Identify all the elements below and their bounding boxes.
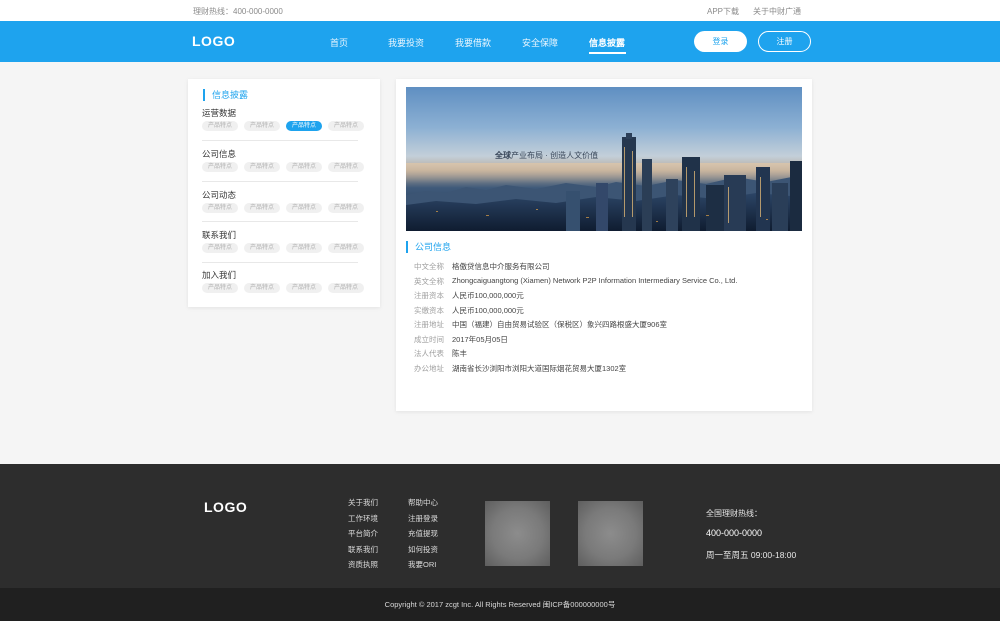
- info-key: 注册地址: [414, 320, 444, 329]
- footer-link[interactable]: 我要ORI: [408, 559, 438, 575]
- tag[interactable]: 产品特点: [286, 203, 322, 213]
- sidebar-group-company: 公司信息 产品特点 产品特点 产品特点 产品特点: [202, 148, 370, 172]
- qr-code-image: [485, 501, 550, 566]
- group-name[interactable]: 公司动态: [202, 189, 370, 201]
- slogan-bold: 全球: [495, 151, 511, 160]
- about-link[interactable]: 关于中财广通: [753, 6, 801, 17]
- sidebar-group-operations: 运营数据 产品特点 产品特点 产品特点 产品特点: [202, 107, 370, 131]
- skyline-image: [406, 133, 802, 231]
- company-info-title: 公司信息: [406, 241, 451, 253]
- nav-item-disclosure[interactable]: 信息披露: [589, 36, 625, 49]
- tag[interactable]: 产品特点: [328, 283, 364, 293]
- footer-link[interactable]: 关于我们: [348, 497, 378, 513]
- sidebar-title: 信息披露: [203, 89, 248, 101]
- info-key: 成立时间: [414, 334, 444, 344]
- group-name[interactable]: 加入我们: [202, 269, 370, 281]
- info-value: 人民币100,000,000元: [452, 291, 524, 300]
- nav-active-indicator: [589, 52, 626, 54]
- tag[interactable]: 产品特点: [286, 283, 322, 293]
- tag[interactable]: 产品特点: [244, 203, 280, 213]
- app-download-link[interactable]: APP下载: [707, 6, 739, 17]
- divider: [202, 262, 358, 263]
- nav-item-home[interactable]: 首页: [330, 36, 348, 49]
- footer-logo[interactable]: LOGO: [204, 499, 247, 515]
- info-value: 湖南省长沙浏阳市浏阳大道国际烟花贸易大厦1302室: [452, 363, 627, 373]
- footer-link[interactable]: 平台简介: [348, 528, 378, 544]
- tag[interactable]: 产品特点: [202, 283, 238, 293]
- tag[interactable]: 产品特点: [328, 162, 364, 172]
- city-banner: 全球产业布局 · 创造人文价值: [406, 87, 802, 231]
- qr-code-image: [578, 501, 643, 566]
- footer-link[interactable]: 如何投资: [408, 544, 438, 560]
- tag[interactable]: 产品特点: [244, 243, 280, 253]
- divider: [202, 181, 358, 182]
- tag[interactable]: 产品特点: [202, 243, 238, 253]
- info-key: 法人代表: [414, 349, 444, 358]
- sidebar-group-news: 公司动态 产品特点 产品特点 产品特点 产品特点: [202, 189, 370, 213]
- footer-link[interactable]: 工作环境: [348, 513, 378, 529]
- content-panel: 全球产业布局 · 创造人文价值 公司信息 中文全称 格傲贷信息中介服务有限公司 英…: [396, 79, 812, 411]
- top-bar: 理财热线：400-000-0000 APP下载 关于中财广通: [0, 0, 1000, 21]
- slogan-rest: 产业布局 · 创造人文价值: [511, 151, 599, 160]
- register-button[interactable]: 注册: [758, 31, 811, 52]
- banner-slogan: 全球产业布局 · 创造人文价值: [495, 150, 598, 161]
- divider: [202, 140, 358, 141]
- footer-hotline-number: 400-000-0000: [706, 528, 763, 538]
- sidebar-group-contact: 联系我们 产品特点 产品特点 产品特点 产品特点: [202, 229, 370, 253]
- top-links: APP下载 关于中财广通: [707, 6, 801, 17]
- info-value: 格傲贷信息中介服务有限公司: [452, 262, 550, 271]
- tag[interactable]: 产品特点: [244, 121, 280, 131]
- header-logo[interactable]: LOGO: [192, 33, 235, 49]
- info-value: 2017年05月05日: [452, 334, 508, 344]
- tag[interactable]: 产品特点: [244, 162, 280, 172]
- footer: LOGO 关于我们 工作环境 平台简介 联系我们 资质执照 帮助中心 注册登录 …: [0, 464, 1000, 588]
- footer-link[interactable]: 资质执照: [348, 559, 378, 575]
- group-name[interactable]: 公司信息: [202, 148, 370, 160]
- tag[interactable]: 产品特点: [328, 203, 364, 213]
- tag[interactable]: 产品特点: [202, 121, 238, 131]
- tag[interactable]: 产品特点: [286, 243, 322, 253]
- info-value: 人民币100,000,000元: [452, 305, 524, 315]
- info-value: 中国（福建）自由贸易试验区（保税区）象兴四路根盛大厦906室: [452, 320, 668, 329]
- tag[interactable]: 产品特点: [202, 203, 238, 213]
- footer-link[interactable]: 帮助中心: [408, 497, 438, 513]
- footer-links-about: 关于我们 工作环境 平台简介 联系我们 资质执照: [348, 497, 378, 575]
- main-nav: LOGO 首页 我要投资 我要借款 安全保障 信息披露 登录 注册: [0, 21, 1000, 62]
- nav-item-security[interactable]: 安全保障: [522, 36, 558, 49]
- footer-links-help: 帮助中心 注册登录 充值提现 如何投资 我要ORI: [408, 497, 438, 575]
- divider: [202, 221, 358, 222]
- group-name[interactable]: 运营数据: [202, 107, 370, 119]
- info-key: 英文全称: [414, 276, 444, 286]
- info-value: 陈丰: [452, 349, 467, 358]
- nav-item-invest[interactable]: 我要投资: [388, 36, 424, 49]
- disclosure-sidebar: 信息披露 运营数据 产品特点 产品特点 产品特点 产品特点 公司信息 产品特点 …: [188, 79, 380, 307]
- footer-service-hours: 周一至周五 09:00-18:00: [706, 550, 797, 560]
- tag[interactable]: 产品特点: [244, 283, 280, 293]
- tag[interactable]: 产品特点: [202, 162, 238, 172]
- copyright-bar: Copyright © 2017 zcgt Inc. All Rights Re…: [0, 588, 1000, 621]
- group-name[interactable]: 联系我们: [202, 229, 370, 241]
- info-key: 办公地址: [414, 363, 444, 373]
- info-key: 注册资本: [414, 291, 444, 300]
- footer-link[interactable]: 联系我们: [348, 544, 378, 560]
- footer-link[interactable]: 充值提现: [408, 528, 438, 544]
- login-button[interactable]: 登录: [694, 31, 747, 52]
- info-key: 实缴资本: [414, 305, 444, 315]
- info-value: Zhongcaiguangtong (Xiamen) Network P2P I…: [452, 275, 738, 285]
- sidebar-group-join: 加入我们 产品特点 产品特点 产品特点 产品特点: [202, 269, 370, 293]
- info-key: 中文全称: [414, 262, 444, 271]
- tag[interactable]: 产品特点: [286, 162, 322, 172]
- tag-active[interactable]: 产品特点: [286, 121, 322, 131]
- nav-item-borrow[interactable]: 我要借款: [455, 36, 491, 49]
- tag[interactable]: 产品特点: [328, 243, 364, 253]
- footer-hotline-label: 全国理财热线：: [706, 509, 762, 518]
- tag[interactable]: 产品特点: [328, 121, 364, 131]
- footer-link[interactable]: 注册登录: [408, 513, 438, 529]
- hotline-text: 理财热线：400-000-0000: [193, 7, 283, 16]
